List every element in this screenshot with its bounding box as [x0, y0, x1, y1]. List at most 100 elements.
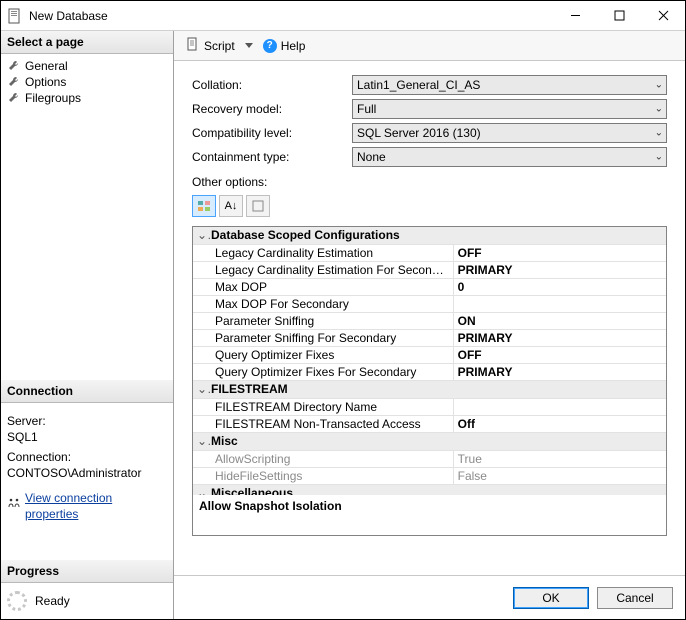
expand-collapse-icon[interactable]: ⌄: [193, 485, 211, 495]
sidebar-item-filegroups[interactable]: Filegroups: [3, 90, 171, 106]
help-label: Help: [281, 39, 306, 53]
property-row[interactable]: Max DOP For Secondary: [193, 296, 666, 313]
property-category[interactable]: ⌄Database Scoped Configurations: [193, 227, 666, 245]
script-button[interactable]: Script: [182, 35, 239, 56]
property-row[interactable]: HideFileSettingsFalse: [193, 468, 666, 485]
script-icon: [186, 37, 200, 54]
containment-combo[interactable]: None⌄: [352, 147, 667, 167]
app-icon: [7, 8, 23, 24]
property-category[interactable]: ⌄Miscellaneous: [193, 485, 666, 496]
property-value[interactable]: False: [453, 468, 666, 485]
chevron-down-icon: ⌄: [655, 80, 663, 91]
sidebar-item-options[interactable]: Options: [3, 74, 171, 90]
property-row[interactable]: Query Optimizer Fixes For SecondaryPRIMA…: [193, 364, 666, 381]
connection-label: Connection:: [7, 449, 167, 465]
ok-button[interactable]: OK: [513, 587, 589, 609]
property-category-label: FILESTREAM: [211, 381, 288, 398]
property-name: Max DOP For Secondary: [193, 296, 453, 313]
property-name: Query Optimizer Fixes: [193, 347, 453, 364]
expand-collapse-icon[interactable]: ⌄: [193, 433, 211, 450]
property-row[interactable]: Query Optimizer FixesOFF: [193, 347, 666, 364]
compat-label: Compatibility level:: [192, 126, 352, 140]
help-button[interactable]: ? Help: [259, 37, 310, 55]
property-row[interactable]: Parameter SniffingON: [193, 313, 666, 330]
compat-combo[interactable]: SQL Server 2016 (130)⌄: [352, 123, 667, 143]
property-value[interactable]: ON: [453, 313, 666, 330]
server-value: SQL1: [7, 429, 167, 445]
connection-value: CONTOSO\Administrator: [7, 465, 167, 481]
property-grid-scroll[interactable]: ⌄Database Scoped ConfigurationsLegacy Ca…: [193, 227, 666, 495]
cancel-button[interactable]: Cancel: [597, 587, 673, 609]
sidebar-item-label: General: [25, 59, 68, 73]
property-row[interactable]: FILESTREAM Non-Transacted AccessOff: [193, 416, 666, 433]
script-dropdown-icon[interactable]: [245, 43, 253, 48]
page-list: General Options Filegroups: [1, 54, 173, 110]
help-icon: ?: [263, 39, 277, 53]
collation-combo[interactable]: Latin1_General_CI_AS⌄: [352, 75, 667, 95]
expand-collapse-icon[interactable]: ⌄: [193, 381, 211, 398]
property-value[interactable]: 0: [453, 279, 666, 296]
connection-info: Server: SQL1 Connection: CONTOSO\Adminis…: [1, 403, 173, 530]
property-category-label: Miscellaneous: [211, 485, 293, 495]
property-value[interactable]: PRIMARY: [453, 330, 666, 347]
minimize-button[interactable]: [553, 1, 597, 31]
sidebar-item-general[interactable]: General: [3, 58, 171, 74]
property-row[interactable]: FILESTREAM Directory Name: [193, 399, 666, 416]
sidebar-item-label: Filegroups: [25, 91, 81, 105]
property-name: Max DOP: [193, 279, 453, 296]
property-value[interactable]: True: [453, 451, 666, 468]
property-value[interactable]: OFF: [453, 245, 666, 262]
progress-row: Ready: [1, 583, 173, 619]
property-value[interactable]: [453, 296, 666, 313]
dialog-footer: OK Cancel: [174, 575, 685, 619]
property-name: FILESTREAM Non-Transacted Access: [193, 416, 453, 433]
property-name: FILESTREAM Directory Name: [193, 399, 453, 416]
property-value[interactable]: Off: [453, 416, 666, 433]
property-row[interactable]: Legacy Cardinality Estimation For Second…: [193, 262, 666, 279]
main-panel: Script ? Help Collation: Latin1_General_…: [174, 31, 685, 619]
chevron-down-icon: ⌄: [655, 104, 663, 115]
property-value[interactable]: PRIMARY: [453, 364, 666, 381]
other-options-label: Other options:: [192, 175, 667, 189]
alphabetical-view-button[interactable]: A↓: [219, 195, 243, 217]
view-connection-properties-link[interactable]: View connection properties: [25, 490, 167, 522]
property-name: HideFileSettings: [193, 468, 453, 485]
property-value[interactable]: PRIMARY: [453, 262, 666, 279]
close-button[interactable]: [641, 1, 685, 31]
categorized-view-button[interactable]: [192, 195, 216, 217]
script-label: Script: [204, 39, 235, 53]
properties-pages-button[interactable]: [246, 195, 270, 217]
progress-status: Ready: [35, 594, 70, 608]
property-row[interactable]: Legacy Cardinality EstimationOFF: [193, 245, 666, 262]
sidebar: Select a page General Options Filegroups…: [1, 31, 174, 619]
property-row[interactable]: Parameter Sniffing For SecondaryPRIMARY: [193, 330, 666, 347]
collation-label: Collation:: [192, 78, 352, 92]
sidebar-item-label: Options: [25, 75, 66, 89]
new-database-dialog: New Database Select a page General Optio…: [0, 0, 686, 620]
property-name: Parameter Sniffing: [193, 313, 453, 330]
wrench-icon: [7, 59, 21, 73]
recovery-combo[interactable]: Full⌄: [352, 99, 667, 119]
property-value[interactable]: [453, 399, 666, 416]
maximize-button[interactable]: [597, 1, 641, 31]
property-category-label: Database Scoped Configurations: [211, 227, 400, 244]
connection-props-icon: [7, 497, 21, 515]
property-category[interactable]: ⌄FILESTREAM: [193, 381, 666, 399]
expand-collapse-icon[interactable]: ⌄: [193, 227, 211, 244]
containment-label: Containment type:: [192, 150, 352, 164]
property-name: AllowScripting: [193, 451, 453, 468]
window-title: New Database: [29, 9, 553, 23]
wrench-icon: [7, 91, 21, 105]
property-category[interactable]: ⌄Misc: [193, 433, 666, 451]
property-row[interactable]: Max DOP0: [193, 279, 666, 296]
property-grid: ⌄Database Scoped ConfigurationsLegacy Ca…: [192, 226, 667, 496]
progress-spinner-icon: [7, 591, 27, 611]
progress-header: Progress: [1, 560, 173, 583]
server-label: Server:: [7, 413, 167, 429]
toolbar: Script ? Help: [174, 31, 685, 61]
connection-header: Connection: [1, 380, 173, 403]
property-value[interactable]: OFF: [453, 347, 666, 364]
property-name: Legacy Cardinality Estimation: [193, 245, 453, 262]
property-row[interactable]: AllowScriptingTrue: [193, 451, 666, 468]
form-area: Collation: Latin1_General_CI_AS⌄ Recover…: [174, 61, 685, 226]
